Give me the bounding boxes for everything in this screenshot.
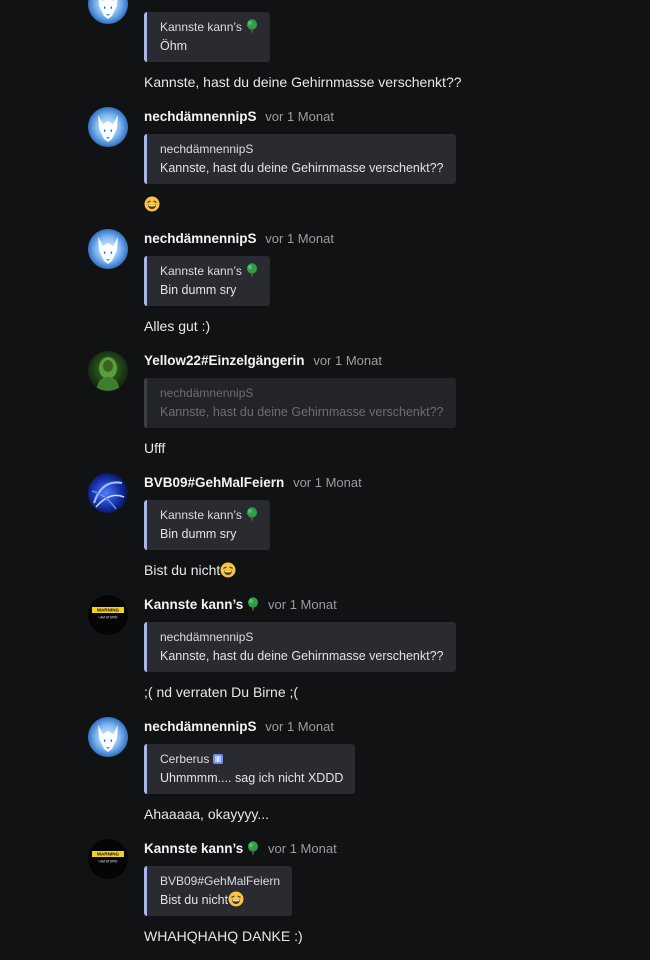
stupid-text: I AM STUPID	[99, 616, 119, 620]
quote-author: Kannste kann’s	[160, 262, 258, 280]
message-body: Ufff	[144, 440, 166, 456]
message-header: nechdämnennipS vor 1 Monat	[144, 107, 334, 127]
quote-author: Cerberus	[160, 750, 343, 768]
reply-quote[interactable]: nechdämnennipS Kannste, hast du deine Ge…	[144, 134, 456, 184]
warning-text: WARNING	[97, 852, 120, 857]
quote-text: Bist du nicht	[160, 890, 280, 910]
reply-quote[interactable]: Kannste kann’s Bin dumm sry	[144, 500, 270, 550]
blue-swirl-avatar[interactable]	[88, 473, 128, 513]
author-name[interactable]: Kannste kann’s	[144, 841, 243, 856]
timestamp: vor 1 Monat	[265, 719, 334, 734]
grinning-squint-emoji	[220, 562, 236, 578]
tree-icon	[247, 841, 259, 855]
message-body: Kannste, hast du deine Gehirnmasse versc…	[144, 74, 462, 90]
wolf-avatar[interactable]	[88, 0, 128, 24]
chat-feed: Kannste kann’s Öhm Kannste, hast du dein…	[0, 0, 650, 960]
quote-author: Kannste kann’s	[160, 506, 258, 524]
lock-icon	[212, 753, 224, 765]
tree-icon	[246, 507, 258, 521]
message-header: BVB09#GehMalFeiern vor 1 Monat	[144, 473, 362, 493]
quote-text: Bin dumm sry	[160, 283, 237, 297]
quote-text: Öhm	[160, 39, 188, 53]
reply-quote[interactable]: Cerberus Uhmmmm.... sag ich nicht XDDD	[144, 744, 356, 794]
tree-icon	[247, 597, 259, 611]
author-name[interactable]: BVB09#GehMalFeiern	[144, 475, 284, 490]
reply-quote[interactable]: Kannste kann’s Öhm	[144, 12, 270, 62]
message-header: Yellow22#Einzelgängerin vor 1 Monat	[144, 351, 382, 371]
author-name[interactable]: nechdämnennipS	[144, 109, 257, 124]
author-name[interactable]: Kannste kann’s	[144, 597, 243, 612]
reply-quote[interactable]: Kannste kann’s Bin dumm sry	[144, 256, 270, 306]
message-body: WHAHQHAHQ DANKE :)	[144, 928, 303, 944]
message-body: Bist du nicht	[144, 560, 236, 580]
quote-text: Bin dumm sry	[160, 527, 237, 541]
quote-text: Kannste, hast du deine Gehirnmasse versc…	[160, 405, 444, 419]
message-body: ;( nd verraten Du Birne ;(	[144, 684, 299, 700]
reply-quote[interactable]: nechdämnennipS Kannste, hast du deine Ge…	[144, 622, 456, 672]
message-header: nechdämnennipS vor 1 Monat	[144, 717, 334, 737]
message-header: nechdämnennipS vor 1 Monat	[144, 229, 334, 249]
wolf-avatar[interactable]	[88, 717, 128, 757]
timestamp: vor 1 Monat	[265, 231, 334, 246]
quote-text: Uhmmmm.... sag ich nicht XDDD	[160, 771, 344, 785]
warning-avatar[interactable]: WARNING I AM STUPID	[88, 839, 128, 879]
wolf-avatar[interactable]	[88, 229, 128, 269]
message-header: Kannste kann’s vor 1 Monat	[144, 595, 337, 615]
message-body: Ahaaaaa, okayyyy...	[144, 806, 270, 822]
green-figure-avatar[interactable]	[88, 351, 128, 391]
author-name[interactable]: Yellow22#Einzelgängerin	[144, 353, 305, 368]
reply-quote[interactable]: nechdämnennipS Kannste, hast du deine Ge…	[144, 378, 456, 428]
quote-author: BVB09#GehMalFeiern	[160, 874, 281, 888]
quote-author: nechdämnennipS	[160, 142, 254, 156]
grinning-squint-emoji	[228, 891, 244, 907]
warning-avatar[interactable]: WARNING I AM STUPID	[88, 595, 128, 635]
tree-icon	[246, 19, 258, 33]
message-text: Bist du nicht	[144, 562, 221, 578]
stupid-text: I AM STUPID	[99, 860, 119, 864]
reply-quote[interactable]: BVB09#GehMalFeiern Bist du nicht	[144, 866, 293, 916]
warning-text: WARNING	[97, 608, 120, 613]
message-body	[144, 194, 160, 214]
quote-text: Kannste, hast du deine Gehirnmasse versc…	[160, 649, 444, 663]
timestamp: vor 1 Monat	[313, 353, 382, 368]
author-name[interactable]: nechdämnennipS	[144, 719, 257, 734]
quote-text: Kannste, hast du deine Gehirnmasse versc…	[160, 161, 444, 175]
quote-author: Kannste kann’s	[160, 18, 258, 36]
message-header: Kannste kann’s vor 1 Monat	[144, 839, 337, 859]
quote-author: nechdämnennipS	[160, 386, 254, 400]
author-name[interactable]: nechdämnennipS	[144, 231, 257, 246]
tree-icon	[246, 263, 258, 277]
message-body: Alles gut :)	[144, 318, 211, 334]
timestamp: vor 1 Monat	[268, 597, 337, 612]
timestamp: vor 1 Monat	[265, 109, 334, 124]
wolf-avatar[interactable]	[88, 107, 128, 147]
grinning-squint-emoji	[144, 196, 160, 212]
timestamp: vor 1 Monat	[268, 841, 337, 856]
quote-author: nechdämnennipS	[160, 630, 254, 644]
timestamp: vor 1 Monat	[293, 475, 362, 490]
